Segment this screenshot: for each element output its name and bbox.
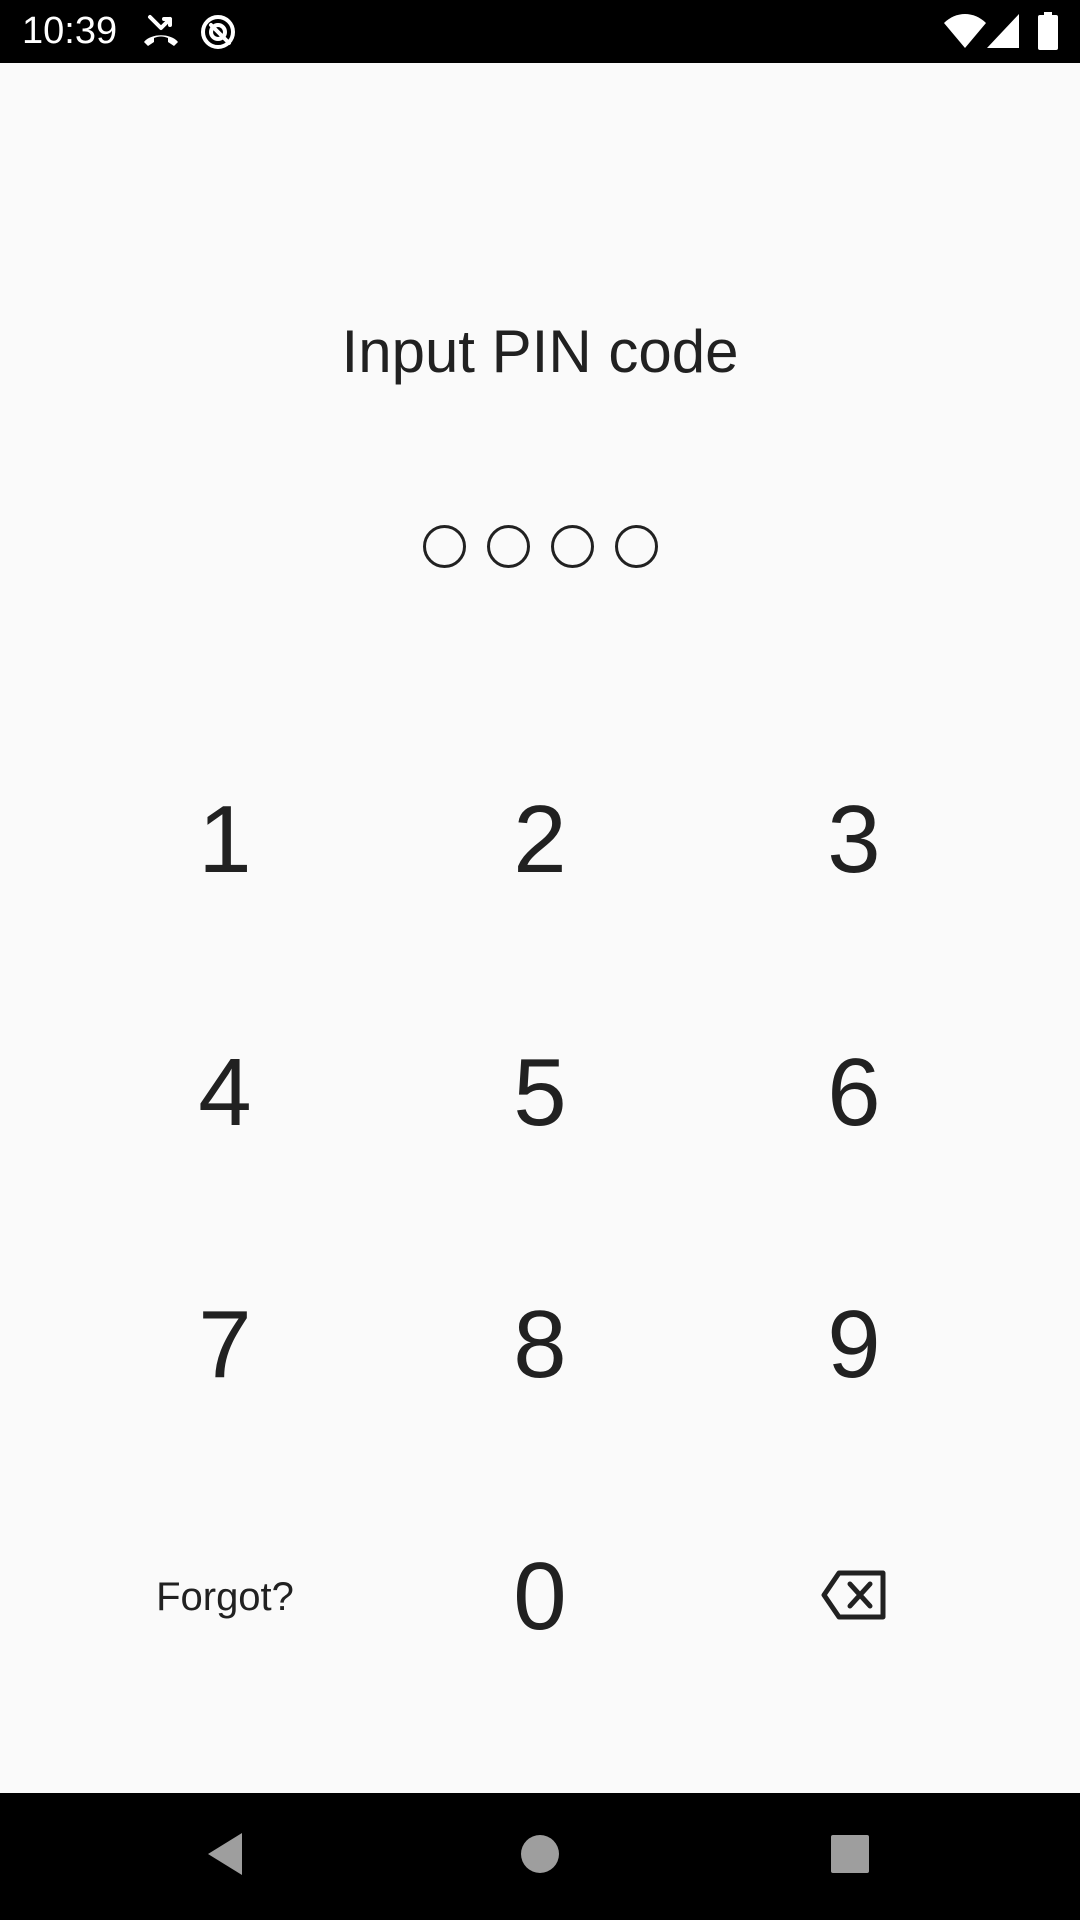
backspace-button[interactable] (704, 1497, 1004, 1697)
key-9[interactable]: 9 (704, 1245, 1004, 1445)
pin-dot (614, 525, 658, 568)
status-bar: 10:39 (0, 0, 1080, 63)
key-2[interactable]: 2 (390, 740, 690, 940)
pin-screen: 10:39 Input PIN code 1 2 3 4 5 6 7 8 9 F… (0, 0, 1080, 1920)
key-5[interactable]: 5 (390, 993, 690, 1193)
wifi-icon (944, 14, 986, 48)
backspace-icon (821, 1570, 887, 1625)
forgot-label: Forgot? (156, 1575, 294, 1619)
key-6[interactable]: 6 (704, 993, 1004, 1193)
key-label: 6 (827, 1039, 881, 1146)
key-4[interactable]: 4 (75, 993, 375, 1193)
page-title: Input PIN code (341, 318, 739, 385)
pin-dot (550, 525, 594, 568)
key-label: 0 (513, 1543, 567, 1650)
pin-dot (422, 525, 466, 568)
pin-dot (486, 525, 530, 568)
back-button[interactable] (190, 1821, 260, 1891)
missed-call-icon (142, 14, 180, 48)
battery-icon (1038, 12, 1058, 50)
recents-button[interactable] (815, 1821, 885, 1891)
key-label: 3 (827, 786, 881, 893)
pin-indicator (0, 525, 1080, 569)
key-3[interactable]: 3 (704, 740, 1004, 940)
forgot-button[interactable]: Forgot? (75, 1497, 375, 1697)
key-1[interactable]: 1 (75, 740, 375, 940)
back-icon (202, 1831, 248, 1882)
status-time: 10:39 (22, 10, 118, 52)
key-label: 7 (198, 1291, 252, 1398)
navigation-bar (0, 1793, 1080, 1920)
recents-icon (830, 1834, 870, 1879)
key-7[interactable]: 7 (75, 1245, 375, 1445)
key-label: 1 (198, 786, 252, 893)
keypad: 1 2 3 4 5 6 7 8 9 Forgot? 0 (0, 740, 1080, 1750)
home-icon (519, 1833, 561, 1880)
home-button[interactable] (505, 1821, 575, 1891)
key-0[interactable]: 0 (390, 1497, 690, 1697)
key-label: 8 (513, 1291, 567, 1398)
data-saver-icon (199, 13, 237, 51)
key-label: 5 (513, 1039, 567, 1146)
key-label: 9 (827, 1291, 881, 1398)
key-label: 2 (513, 786, 567, 893)
cell-signal-icon (987, 14, 1019, 48)
key-8[interactable]: 8 (390, 1245, 690, 1445)
key-label: 4 (198, 1039, 252, 1146)
